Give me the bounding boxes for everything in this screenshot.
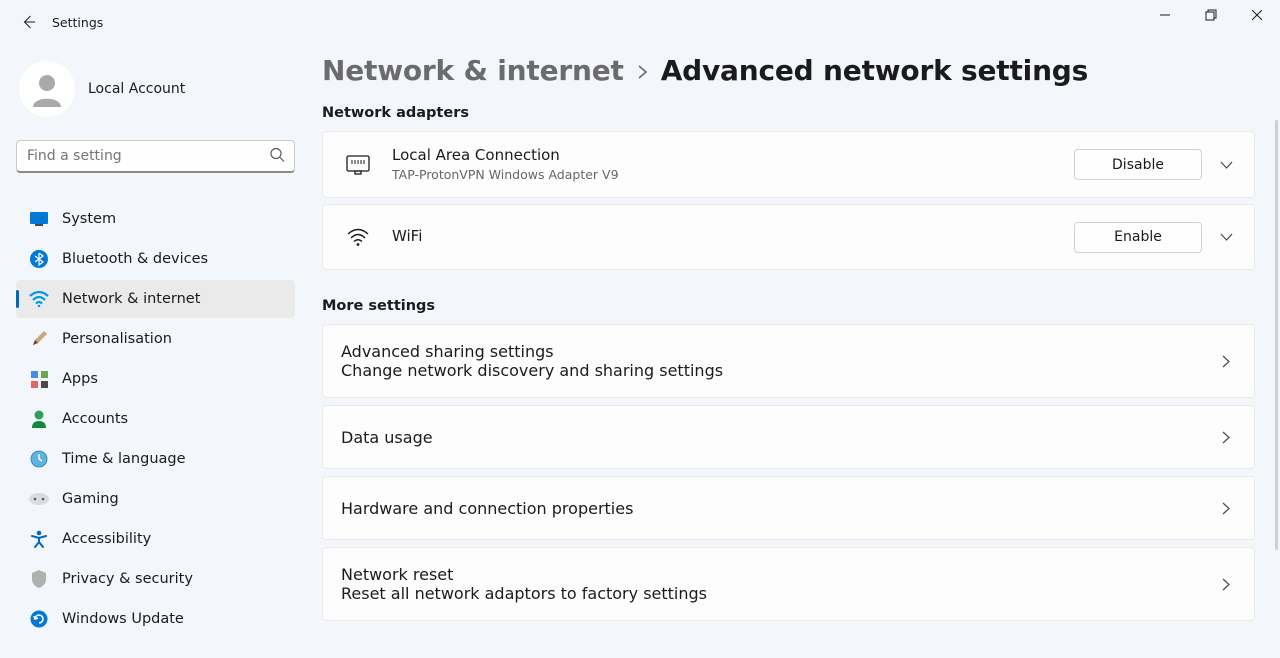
adapter-title: WiFi xyxy=(392,227,1074,247)
search-input[interactable] xyxy=(16,140,295,173)
sidebar-item-label: Gaming xyxy=(62,491,119,507)
arrow-left-icon xyxy=(20,14,36,30)
account-section[interactable]: Local Account xyxy=(16,54,311,124)
chevron-down-icon xyxy=(1220,233,1233,241)
card-text: Hardware and connection properties xyxy=(341,499,1216,518)
sidebar-item-privacy[interactable]: Privacy & security xyxy=(16,560,295,598)
sidebar-item-label: Accessibility xyxy=(62,531,151,547)
sidebar-item-update[interactable]: Windows Update xyxy=(16,600,295,638)
expand-button[interactable] xyxy=(1216,161,1236,169)
chevron-right-icon xyxy=(638,64,647,84)
breadcrumb-parent[interactable]: Network & internet xyxy=(322,54,624,87)
sidebar-item-label: Accounts xyxy=(62,411,128,427)
more-title: Data usage xyxy=(341,428,1216,447)
section-header-more: More settings xyxy=(322,298,1255,314)
maximize-button[interactable] xyxy=(1188,0,1234,30)
breadcrumb-current: Advanced network settings xyxy=(661,54,1088,87)
scrollbar[interactable] xyxy=(1275,120,1278,550)
sidebar-item-label: Bluetooth & devices xyxy=(62,251,208,267)
display-icon xyxy=(28,208,50,230)
shield-icon xyxy=(28,568,50,590)
apps-icon xyxy=(28,368,50,390)
close-icon xyxy=(1252,10,1262,20)
sidebar-item-apps[interactable]: Apps xyxy=(16,360,295,398)
more-subtitle: Change network discovery and sharing set… xyxy=(341,361,1216,380)
sidebar-item-time[interactable]: Time & language xyxy=(16,440,295,478)
bluetooth-icon xyxy=(28,248,50,270)
adapter-card-lan[interactable]: Local Area Connection TAP-ProtonVPN Wind… xyxy=(322,131,1255,198)
person-icon xyxy=(27,69,67,109)
main-content: Network & internet Advanced network sett… xyxy=(322,54,1255,658)
title-bar: Settings xyxy=(0,0,1280,44)
sidebar-item-accessibility[interactable]: Accessibility xyxy=(16,520,295,558)
ethernet-icon xyxy=(341,148,375,182)
chevron-down-icon xyxy=(1220,161,1233,169)
accessibility-icon xyxy=(28,528,50,550)
sidebar-item-label: Privacy & security xyxy=(62,571,193,587)
more-item-data-usage[interactable]: Data usage xyxy=(322,405,1255,469)
more-item-hardware[interactable]: Hardware and connection properties xyxy=(322,476,1255,540)
adapters-list: Local Area Connection TAP-ProtonVPN Wind… xyxy=(322,131,1255,270)
clock-globe-icon xyxy=(28,448,50,470)
more-title: Advanced sharing settings xyxy=(341,342,1216,361)
minimize-button[interactable] xyxy=(1142,0,1188,30)
person-icon xyxy=(28,408,50,430)
window-title: Settings xyxy=(52,15,103,30)
paintbrush-icon xyxy=(28,328,50,350)
card-text: WiFi xyxy=(392,227,1074,247)
card-text: Advanced sharing settings Change network… xyxy=(341,342,1216,380)
sidebar-item-bluetooth[interactable]: Bluetooth & devices xyxy=(16,240,295,278)
chevron-right-icon xyxy=(1216,431,1236,444)
sidebar-item-network[interactable]: Network & internet xyxy=(16,280,295,318)
sidebar-item-label: Apps xyxy=(62,371,98,387)
enable-button[interactable]: Enable xyxy=(1074,222,1202,253)
search-icon xyxy=(270,147,285,166)
sidebar-item-label: Time & language xyxy=(62,451,186,467)
more-subtitle: Reset all network adaptors to factory se… xyxy=(341,584,1216,603)
adapter-card-wifi[interactable]: WiFi Enable xyxy=(322,204,1255,270)
wifi-icon xyxy=(28,288,50,310)
adapter-title: Local Area Connection xyxy=(392,146,1074,166)
adapter-subtitle: TAP-ProtonVPN Windows Adapter V9 xyxy=(392,166,1074,184)
more-item-network-reset[interactable]: Network reset Reset all network adaptors… xyxy=(322,547,1255,621)
maximize-restore-icon xyxy=(1205,9,1217,21)
chevron-right-icon xyxy=(1216,578,1236,591)
sidebar-item-label: Personalisation xyxy=(62,331,172,347)
disable-button[interactable]: Disable xyxy=(1074,149,1202,180)
card-actions: Enable xyxy=(1074,222,1236,253)
sidebar-item-gaming[interactable]: Gaming xyxy=(16,480,295,518)
nav-list: System Bluetooth & devices Network & int… xyxy=(16,200,295,638)
search-box-wrap xyxy=(16,140,295,173)
update-icon xyxy=(28,608,50,630)
sidebar-item-label: Windows Update xyxy=(62,611,184,627)
sidebar-item-system[interactable]: System xyxy=(16,200,295,238)
sidebar-item-accounts[interactable]: Accounts xyxy=(16,400,295,438)
more-item-sharing[interactable]: Advanced sharing settings Change network… xyxy=(322,324,1255,398)
sidebar: Local Account System Bluetooth & devices… xyxy=(16,54,311,640)
breadcrumb: Network & internet Advanced network sett… xyxy=(322,54,1255,87)
gamepad-icon xyxy=(28,488,50,510)
more-title: Network reset xyxy=(341,565,1216,584)
avatar xyxy=(19,61,75,117)
close-button[interactable] xyxy=(1234,0,1280,30)
expand-button[interactable] xyxy=(1216,233,1236,241)
sidebar-item-personalisation[interactable]: Personalisation xyxy=(16,320,295,358)
card-text: Data usage xyxy=(341,428,1216,447)
sidebar-item-label: Network & internet xyxy=(62,291,200,307)
card-text: Local Area Connection TAP-ProtonVPN Wind… xyxy=(392,146,1074,183)
account-name: Local Account xyxy=(88,81,185,97)
sidebar-item-label: System xyxy=(62,211,116,227)
window-controls xyxy=(1142,0,1280,30)
card-actions: Disable xyxy=(1074,149,1236,180)
minimize-icon xyxy=(1160,10,1170,20)
wifi-icon xyxy=(341,220,375,254)
chevron-right-icon xyxy=(1216,502,1236,515)
back-button[interactable] xyxy=(6,0,50,44)
chevron-right-icon xyxy=(1216,355,1236,368)
more-title: Hardware and connection properties xyxy=(341,499,1216,518)
card-text: Network reset Reset all network adaptors… xyxy=(341,565,1216,603)
section-header-adapters: Network adapters xyxy=(322,105,1255,121)
